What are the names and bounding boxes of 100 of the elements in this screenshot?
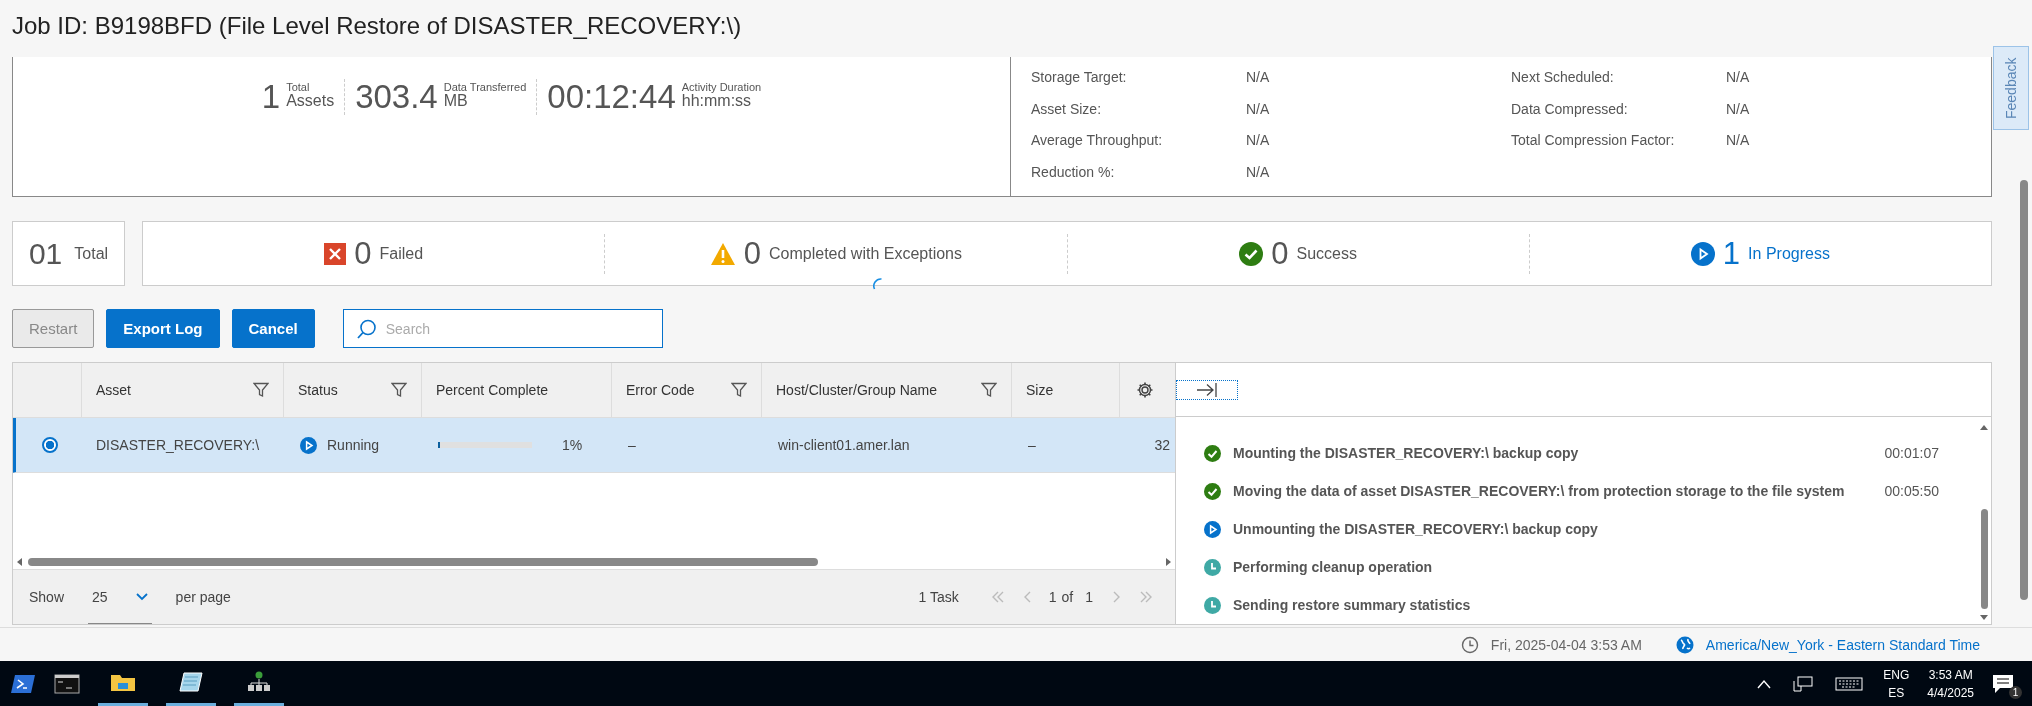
page-total: 1	[1085, 589, 1093, 606]
column-header: Size	[1026, 382, 1054, 399]
filter-icon[interactable]	[253, 382, 269, 399]
metric-value: 1	[261, 79, 281, 116]
page-of-label: of	[1061, 589, 1074, 606]
check-circle-icon	[1239, 241, 1264, 266]
detail-label: Total Compression Factor:	[1511, 132, 1676, 149]
globe-icon	[1675, 635, 1694, 654]
scrollbar-thumb[interactable]	[1980, 509, 1988, 610]
metric-label: Total	[286, 81, 311, 94]
column-header: Error Code	[626, 382, 695, 399]
metric-value: 303.4	[355, 79, 438, 116]
detail-value: N/A	[1726, 100, 1751, 117]
status-label: In Progress	[1748, 244, 1830, 263]
action-button[interactable]: Export Log	[106, 309, 220, 349]
command-prompt-icon[interactable]	[54, 672, 80, 695]
log-step: Performing cleanup operation	[1233, 559, 1977, 576]
status-count: 0	[1271, 235, 1289, 272]
detail-value: N/A	[1726, 69, 1751, 86]
check-circle-icon	[1204, 444, 1221, 462]
show-label: Show	[29, 589, 65, 606]
detail-label: Data Compressed:	[1511, 100, 1629, 117]
log-step: Unmounting the DISASTER_RECOVERY:\ backup copy	[1233, 521, 1977, 538]
network-icon[interactable]	[246, 671, 272, 693]
layout-label[interactable]: ES	[1888, 683, 1905, 702]
column-header: Host/Cluster/Group Name	[776, 382, 938, 399]
radio-button[interactable]	[42, 437, 58, 454]
table-cell: –	[628, 437, 636, 454]
detail-label: Next Scheduled:	[1511, 69, 1615, 86]
step-duration: 00:05:50	[1884, 483, 1939, 500]
log-step: Mounting the DISASTER_RECOVERY:\ backup copy	[1233, 445, 1873, 462]
clock-date[interactable]: 4/4/2025	[1927, 683, 1974, 702]
column-header: Status	[298, 382, 338, 399]
detail-label: Storage Target:	[1031, 69, 1128, 86]
detail-value: N/A	[1246, 163, 1271, 180]
detail-value: N/A	[1726, 132, 1751, 149]
total-count: 01	[28, 236, 63, 271]
task-count: 1 Task	[918, 589, 959, 606]
page-size-dropdown[interactable]: 25	[88, 570, 152, 625]
monitor-icon[interactable]	[1793, 675, 1814, 692]
play-circle-icon	[1690, 241, 1715, 266]
language-label[interactable]: ENG	[1883, 665, 1910, 684]
filter-icon[interactable]	[981, 382, 997, 399]
scrollbar-thumb[interactable]	[28, 558, 818, 567]
play-circle-icon	[300, 436, 317, 454]
notepad-icon[interactable]	[178, 671, 204, 693]
per-page-label: per page	[175, 589, 231, 606]
date-time: Fri, 2025-04-04 3:53 AM	[1490, 636, 1642, 653]
step-duration: 00:01:07	[1884, 445, 1939, 462]
table-cell: DISASTER_RECOVERY:\	[96, 437, 260, 454]
status-count: 0	[354, 235, 372, 272]
status-label: Failed	[379, 244, 424, 263]
log-step: Moving the data of asset DISASTER_RECOVERY:\ from protection storage to the file system	[1233, 483, 1873, 500]
timezone-link[interactable]: America/New_York - Eastern Standard Time	[1705, 636, 1980, 653]
detail-label: Asset Size:	[1031, 100, 1103, 117]
scroll-down-icon[interactable]	[1980, 615, 1988, 621]
metric-unit: Assets	[286, 93, 335, 110]
status-label: Success	[1296, 244, 1357, 263]
metric-value: 00:12:44	[547, 79, 676, 116]
log-step: Sending restore summary statistics	[1233, 597, 1977, 614]
search-field[interactable]: Search	[342, 309, 663, 349]
error-icon	[324, 242, 347, 265]
notification-badge: 1	[2009, 685, 2022, 699]
detail-value: N/A	[1246, 100, 1271, 117]
column-header: Percent Complete	[436, 382, 549, 399]
chevron-down-icon	[135, 592, 148, 601]
status-count: 1	[1722, 235, 1741, 272]
table-cell: 32	[1154, 437, 1170, 454]
table-cell: –	[1028, 437, 1036, 454]
clock-icon	[1460, 635, 1479, 654]
metric-unit: hh:mm:ss	[681, 93, 753, 110]
play-circle-icon	[1204, 520, 1221, 538]
clock-time[interactable]: 3:53 AM	[1928, 665, 1973, 684]
collapse-panel-button[interactable]	[1176, 379, 1238, 400]
chevron-up-icon[interactable]	[1757, 678, 1772, 689]
filter-icon[interactable]	[731, 382, 747, 399]
table-cell: Running	[327, 437, 380, 454]
page-number[interactable]: 1	[1048, 589, 1057, 606]
filter-icon[interactable]	[391, 382, 407, 399]
table-cell: win-client01.amer.lan	[778, 437, 910, 454]
table-row[interactable]: DISASTER_RECOVERY:\ Running 1% – win-client01.amer.lan – 32	[13, 418, 1175, 474]
clock-icon	[1204, 596, 1221, 614]
terminal-icon[interactable]	[10, 672, 36, 695]
scroll-up-icon[interactable]	[1980, 425, 1988, 431]
check-circle-icon	[1204, 482, 1221, 500]
column-header: Asset	[96, 382, 131, 399]
detail-label: Reduction %:	[1031, 163, 1116, 180]
clock-icon	[1204, 558, 1221, 576]
keyboard-icon[interactable]	[1835, 675, 1864, 692]
detail-value: N/A	[1246, 132, 1271, 149]
message-icon[interactable]	[1992, 673, 2014, 694]
search-icon	[356, 319, 377, 340]
metric-label: Activity Duration	[681, 81, 762, 94]
status-label: Completed with Exceptions	[769, 244, 962, 263]
settings-icon[interactable]	[1135, 381, 1154, 400]
metric-unit: MB	[443, 93, 469, 110]
total-label: Total	[74, 244, 109, 263]
action-button[interactable]: Cancel	[231, 309, 315, 349]
detail-label: Average Throughput:	[1031, 132, 1164, 149]
metric-label: Data Transferred	[443, 81, 527, 94]
